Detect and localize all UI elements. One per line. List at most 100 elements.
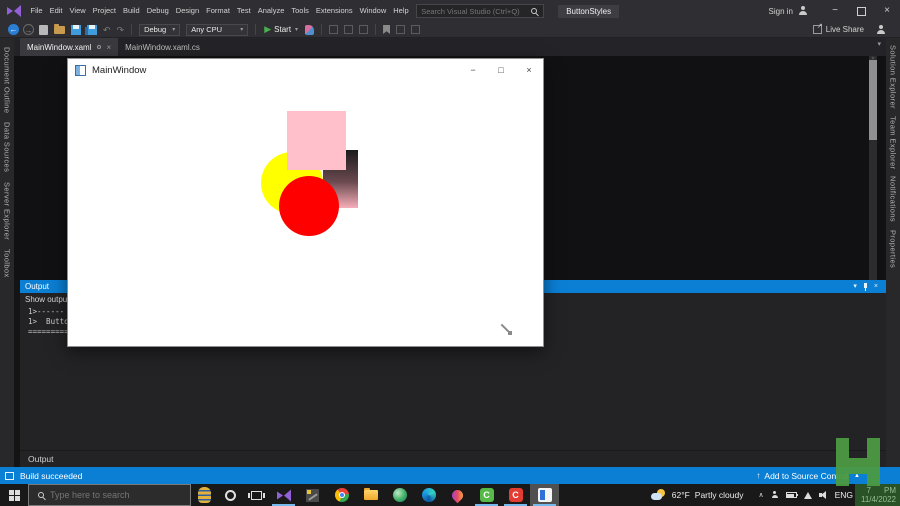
rail-tab-notifications[interactable]: Notifications [889, 176, 898, 222]
rail-tab-toolbox[interactable]: Toolbox [3, 249, 12, 278]
user-account-icon[interactable] [798, 6, 808, 16]
taskbar-search-box[interactable] [28, 484, 191, 506]
source-control-button[interactable]: ↑ Add to Source Control ▲ [756, 471, 860, 481]
taskbar-clock[interactable]: 7 PM 11/4/2022 [861, 486, 896, 504]
toolbar-icon[interactable] [359, 25, 369, 34]
undo-button[interactable]: ↶ [100, 22, 114, 38]
editor-scrollbar[interactable]: ▲ [869, 56, 877, 280]
solution-platform-dropdown[interactable]: Any CPU ▾ [186, 23, 249, 36]
chevron-down-icon: ▾ [295, 27, 299, 33]
tab-output[interactable]: Output [20, 454, 54, 464]
language-indicator[interactable]: ENG [835, 490, 853, 500]
screen: File Edit View Project Build Debug Desig… [0, 0, 900, 506]
close-icon[interactable]: × [106, 43, 111, 52]
tab-mainwindow-xaml[interactable]: MainWindow.xaml × [20, 38, 119, 56]
start-debug-button[interactable]: ▶ Start ▾ [264, 24, 298, 35]
folder-icon [363, 488, 378, 500]
taskbar-edge[interactable] [414, 484, 443, 506]
toolbar-icon[interactable] [396, 25, 406, 34]
rail-tab-properties[interactable]: Properties [889, 230, 898, 268]
sign-in-link[interactable]: Sign in [769, 7, 793, 16]
taskbar-dev-tool[interactable] [298, 484, 327, 506]
rail-tab-solution-explorer[interactable]: Solution Explorer [889, 45, 898, 109]
menu-file[interactable]: File [27, 0, 46, 22]
taskbar-search-input[interactable] [50, 490, 190, 500]
menu-analyze[interactable]: Analyze [254, 0, 288, 22]
red-c-icon: C [508, 488, 523, 502]
rail-tab-team-explorer[interactable]: Team Explorer [889, 116, 898, 170]
toolbar-icon[interactable] [344, 25, 354, 34]
open-folder-icon[interactable] [54, 23, 65, 34]
app-minimize-button[interactable]: − [459, 59, 487, 81]
chrome-icon [334, 488, 349, 502]
taskbar-green-swirl-app[interactable] [385, 484, 414, 506]
toolbar-icon[interactable] [411, 25, 421, 34]
close-button[interactable]: × [874, 0, 900, 22]
start-label: Start [274, 25, 292, 34]
app-close-button[interactable]: × [515, 59, 543, 81]
tab-overflow-chevron-icon[interactable]: ▾ [877, 40, 881, 48]
save-all-icon[interactable] [85, 24, 97, 35]
visual-studio-logo-icon [7, 5, 21, 17]
taskbar-green-c-app[interactable]: C [472, 484, 501, 506]
tray-people-icon[interactable] [771, 491, 779, 499]
feedback-icon[interactable] [876, 24, 886, 35]
live-share-button[interactable]: Live Share [826, 25, 864, 34]
clock-meridiem: PM [884, 486, 896, 495]
navigate-forward-button[interactable]: → [23, 24, 34, 35]
taskbar-visual-studio[interactable] [269, 484, 298, 506]
menu-format[interactable]: Format [203, 0, 234, 22]
close-icon[interactable]: × [874, 280, 878, 293]
tray-expand-chevron-icon[interactable]: ∧ [758, 491, 763, 499]
rail-tab-data-sources[interactable]: Data Sources [3, 122, 12, 172]
vs-search-box[interactable] [416, 4, 545, 18]
taskbar-file-explorer[interactable] [356, 484, 385, 506]
menu-view[interactable]: View [66, 0, 89, 22]
taskbar-active-app[interactable] [530, 484, 559, 506]
redo-button[interactable]: ↷ [114, 22, 128, 38]
start-button[interactable] [0, 484, 28, 506]
navigate-back-button[interactable]: ← [8, 24, 19, 35]
menu-window[interactable]: Window [356, 0, 390, 22]
taskbar-paint-drop-app[interactable] [443, 484, 472, 506]
pin-icon[interactable] [863, 283, 867, 291]
pin-icon[interactable] [97, 45, 102, 49]
volume-icon[interactable] [818, 491, 829, 499]
menu-edit[interactable]: Edit [46, 0, 66, 22]
save-icon[interactable] [71, 24, 81, 35]
vs-search-input[interactable] [417, 6, 532, 16]
taskbar-red-c-app[interactable]: C [501, 484, 530, 506]
task-view-button[interactable] [243, 484, 269, 506]
cortana-button[interactable] [217, 484, 243, 506]
window-position-chevron-icon[interactable]: ▾ [853, 280, 857, 293]
solution-configuration-dropdown[interactable]: Debug ▾ [139, 23, 181, 36]
app-window-titlebar[interactable]: MainWindow − □ × [68, 59, 543, 81]
rail-tab-server-explorer[interactable]: Server Explorer [3, 182, 12, 240]
menu-debug[interactable]: Debug [143, 0, 172, 22]
menu-design[interactable]: Design [172, 0, 202, 22]
taskbar-chrome[interactable] [327, 484, 356, 506]
battery-icon[interactable] [785, 492, 799, 498]
app-maximize-button[interactable]: □ [487, 59, 515, 81]
news-interests-button[interactable] [191, 484, 217, 506]
menu-extensions[interactable]: Extensions [312, 0, 356, 22]
weather-widget[interactable]: 62°F Partly cloudy [650, 489, 749, 501]
menu-project[interactable]: Project [89, 0, 119, 22]
bookmark-icon[interactable] [383, 25, 391, 34]
search-icon [38, 492, 44, 498]
hot-reload-icon[interactable] [305, 24, 315, 35]
menu-build[interactable]: Build [120, 0, 144, 22]
partly-cloudy-icon [650, 489, 667, 501]
menu-tools[interactable]: Tools [288, 0, 313, 22]
minimize-button[interactable]: − [822, 0, 848, 22]
scrollbar-thumb[interactable] [869, 60, 877, 140]
restore-button[interactable] [848, 0, 874, 22]
new-project-icon[interactable] [39, 24, 48, 35]
wifi-icon[interactable] [803, 491, 812, 499]
menu-test[interactable]: Test [233, 0, 254, 22]
tab-mainwindow-xaml-cs[interactable]: MainWindow.xaml.cs [118, 38, 207, 56]
toolbar-icon[interactable] [329, 25, 339, 34]
document-tabstrip: MainWindow.xaml × MainWindow.xaml.cs ▾ [14, 38, 886, 56]
rail-tab-document-outline[interactable]: Document Outline [3, 47, 12, 113]
menu-help[interactable]: Help [390, 0, 412, 22]
